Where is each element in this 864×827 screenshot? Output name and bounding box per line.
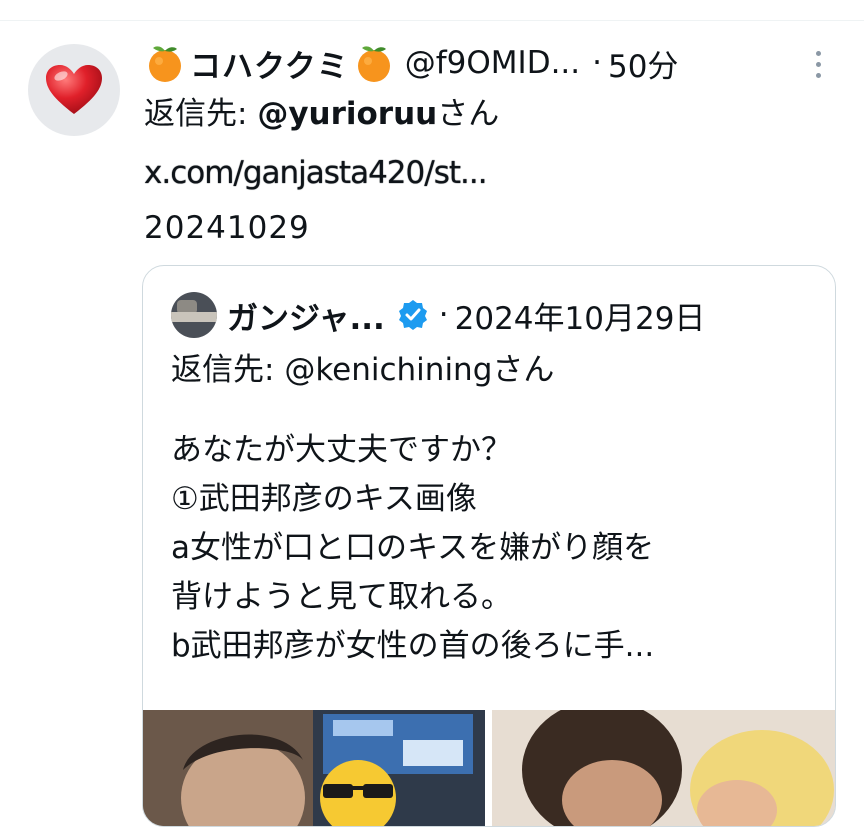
- tweet-text: 20241029: [144, 210, 310, 246]
- timestamp[interactable]: 50分: [608, 41, 678, 86]
- reply-user-link[interactable]: @yurioruu: [257, 96, 437, 132]
- quote-line: a女性が口と口のキスを嫌がり顔を: [171, 530, 655, 566]
- media-image-left[interactable]: [143, 710, 485, 826]
- tangerine-icon: [149, 46, 181, 82]
- display-name[interactable]: コハククミ: [190, 41, 349, 86]
- separator-dot: ·: [592, 45, 602, 81]
- top-divider: [0, 20, 864, 21]
- avatar[interactable]: [28, 44, 120, 136]
- tangerine-icon: [357, 46, 390, 82]
- reply-suffix: さん: [437, 96, 500, 132]
- tweet-link[interactable]: x.com/ganjasta420/st...: [144, 151, 488, 195]
- user-handle[interactable]: @f9OMID...: [405, 45, 580, 81]
- quoted-tweet[interactable]: ガンジャ... · 2024年10月29日 返信先: @kenichiningさ…: [142, 265, 836, 827]
- more-options-icon[interactable]: [806, 44, 830, 84]
- quote-avatar[interactable]: [171, 292, 217, 338]
- reply-to-line: 返信先: @yurioruuさん: [144, 92, 499, 136]
- quote-line: あなたが大丈夫ですか？: [171, 432, 512, 468]
- quote-display-name[interactable]: ガンジャ...: [227, 293, 385, 338]
- quote-date[interactable]: 2024年10月29日: [455, 293, 706, 338]
- photo-left: [143, 710, 485, 826]
- photo-right: [492, 710, 835, 826]
- verified-badge-icon: [398, 300, 427, 330]
- quote-reply-to-line: 返信先: @kenichiningさん: [171, 348, 554, 392]
- quote-reply-user[interactable]: @kenichining: [284, 352, 492, 388]
- reply-prefix: 返信先:: [144, 96, 258, 132]
- red-heart-icon: [46, 65, 102, 114]
- quote-line: ①武田邦彦のキス画像: [171, 481, 477, 517]
- quote-reply-suffix: さん: [492, 352, 555, 388]
- quote-line: b武田邦彦が女性の首の後ろに手...: [171, 628, 655, 664]
- media-image-right[interactable]: [492, 710, 835, 826]
- quote-reply-prefix: 返信先:: [171, 352, 285, 388]
- quote-header: ガンジャ... · 2024年10月29日: [171, 292, 705, 338]
- quote-body: あなたが大丈夫ですか？ ①武田邦彦のキス画像 a女性が口と口のキスを嫌がり顔を …: [171, 426, 811, 671]
- tweet-header: コハククミ @f9OMID... · 50分: [144, 40, 804, 86]
- quote-line: 背けようと見て取れる。: [171, 579, 512, 615]
- quote-separator-dot: ·: [438, 297, 449, 333]
